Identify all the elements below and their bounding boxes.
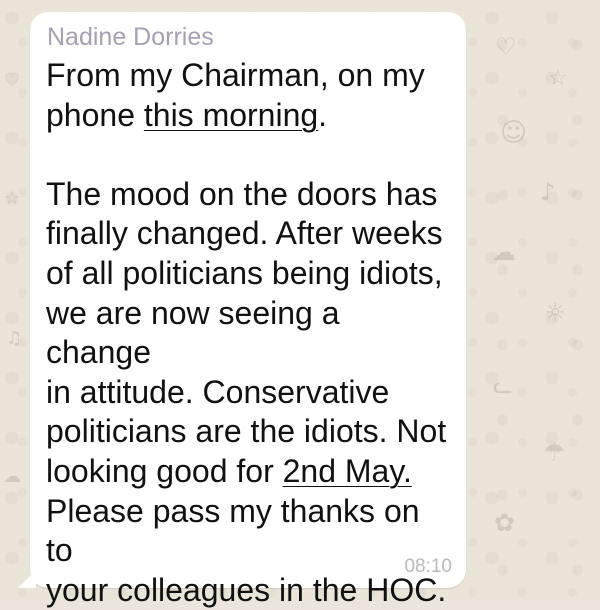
heart-icon: ♡ [4, 70, 21, 91]
message-link-this-morning[interactable]: this morning [144, 97, 318, 133]
smile-icon: ☺ [500, 118, 528, 148]
message-paragraph-2-end: Please pass my thanks on to your colleag… [46, 492, 447, 608]
sender-name: Nadine Dorries [47, 23, 214, 51]
cat-icon: ᓚ [493, 373, 513, 399]
message-paragraph-2: The mood on the doors has finally change… [46, 175, 447, 489]
message-text: From my Chairman, on my phone this morni… [46, 56, 450, 610]
message-timestamp: 08:10 [404, 556, 452, 577]
message-link-2nd-may[interactable]: 2nd May. [283, 453, 412, 489]
star-icon: ☆ [4, 188, 21, 209]
cloud-icon: ☁ [3, 466, 21, 487]
message-line-1: From my Chairman, on my [46, 57, 425, 93]
music-icon: ♫ [6, 328, 23, 349]
message-bubble-tail [18, 570, 36, 588]
message-bubble[interactable]: Nadine Dorries From my Chairman, on my p… [30, 12, 466, 604]
message-line-2-end: . [318, 96, 328, 133]
flower-icon: ✿ [494, 508, 515, 537]
star-icon: ☆ [548, 66, 568, 91]
cloud-icon: ☁ [492, 238, 516, 266]
umbrella-icon: ☂ [543, 438, 566, 467]
message-line-2-start: phone [46, 96, 144, 133]
sun-icon: ☼ [544, 298, 567, 327]
heart-icon: ♡ [495, 33, 517, 61]
music-icon: ♪ [540, 178, 556, 206]
